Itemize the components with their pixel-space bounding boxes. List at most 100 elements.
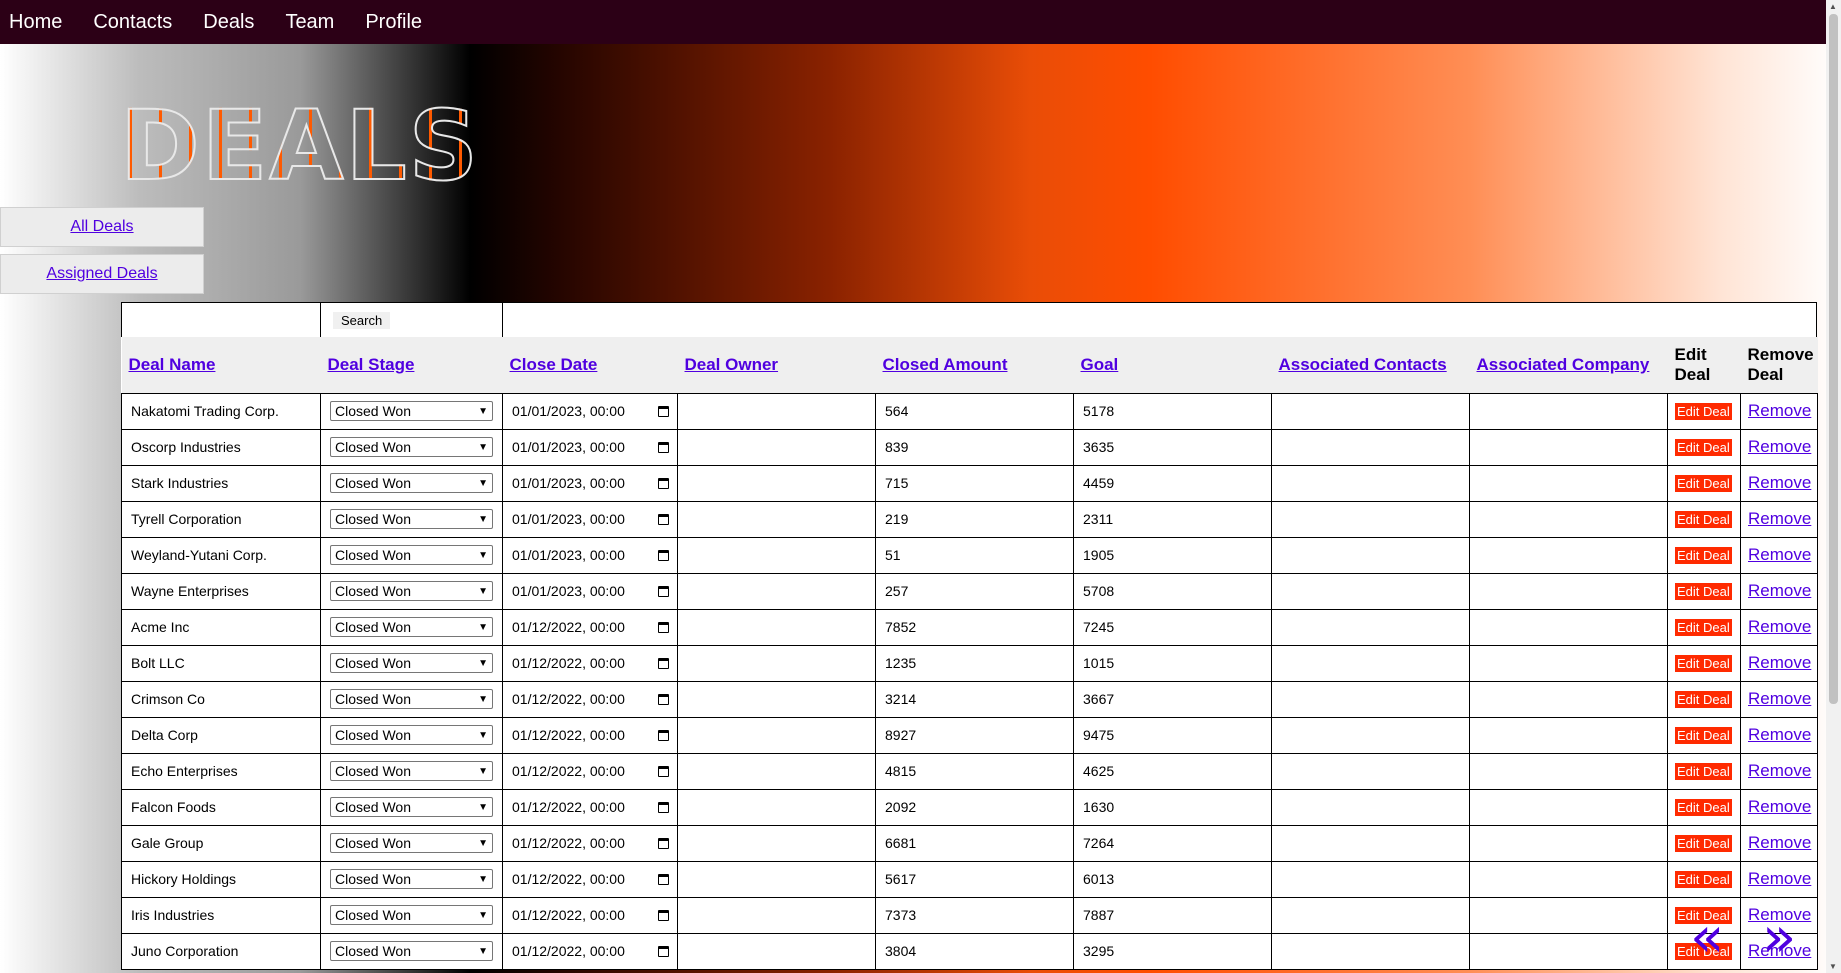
- close-date-input[interactable]: 01/12/2022, 00:00: [512, 655, 669, 671]
- edit-deal-button[interactable]: Edit Deal: [1675, 510, 1732, 528]
- scrollbar[interactable]: ▲ ▼: [1826, 0, 1841, 973]
- scroll-up-icon[interactable]: ▲: [1829, 2, 1837, 11]
- calendar-icon[interactable]: [658, 585, 669, 597]
- close-date-input[interactable]: 01/01/2023, 00:00: [512, 511, 669, 527]
- remove-deal-link[interactable]: Remove: [1748, 689, 1811, 708]
- close-date-input[interactable]: 01/12/2022, 00:00: [512, 727, 669, 743]
- calendar-icon[interactable]: [658, 513, 669, 525]
- close-date-input[interactable]: 01/12/2022, 00:00: [512, 871, 669, 887]
- search-button[interactable]: Search: [333, 312, 391, 329]
- deal-stage-select[interactable]: Closed Won ▼: [330, 869, 493, 889]
- deal-stage-select[interactable]: Closed Won ▼: [330, 653, 493, 673]
- close-date-input[interactable]: 01/12/2022, 00:00: [512, 763, 669, 779]
- deal-stage-select[interactable]: Closed Won ▼: [330, 689, 493, 709]
- nav-team[interactable]: Team: [276, 11, 334, 34]
- all-deals-button[interactable]: All Deals: [0, 207, 204, 247]
- close-date-input[interactable]: 01/12/2022, 00:00: [512, 835, 669, 851]
- search-input[interactable]: [122, 303, 321, 337]
- nav-home[interactable]: Home: [0, 11, 62, 34]
- remove-deal-link[interactable]: Remove: [1748, 725, 1811, 744]
- remove-deal-link[interactable]: Remove: [1748, 869, 1811, 888]
- header-associated-contacts[interactable]: Associated Contacts: [1271, 337, 1470, 393]
- remove-deal-link[interactable]: Remove: [1748, 437, 1811, 456]
- calendar-icon[interactable]: [658, 549, 669, 561]
- calendar-icon[interactable]: [658, 477, 669, 489]
- remove-deal-link[interactable]: Remove: [1748, 797, 1811, 816]
- deal-stage-select[interactable]: Closed Won ▼: [330, 401, 493, 421]
- edit-deal-button[interactable]: Edit Deal: [1675, 798, 1732, 816]
- deal-owner-cell: [677, 608, 876, 646]
- remove-deal-link[interactable]: Remove: [1748, 509, 1811, 528]
- nav-profile[interactable]: Profile: [356, 11, 422, 34]
- remove-deal-link[interactable]: Remove: [1748, 617, 1811, 636]
- remove-deal-link[interactable]: Remove: [1748, 401, 1811, 420]
- close-date-input[interactable]: 01/12/2022, 00:00: [512, 691, 669, 707]
- deal-stage-select[interactable]: Closed Won ▼: [330, 725, 493, 745]
- edit-deal-button[interactable]: Edit Deal: [1675, 618, 1732, 636]
- calendar-icon[interactable]: [658, 837, 669, 849]
- deal-stage-select[interactable]: Closed Won ▼: [330, 797, 493, 817]
- close-date-input[interactable]: 01/01/2023, 00:00: [512, 475, 669, 491]
- edit-deal-button[interactable]: Edit Deal: [1675, 870, 1732, 888]
- close-date-input[interactable]: 01/12/2022, 00:00: [512, 943, 669, 959]
- scroll-down-icon[interactable]: ▼: [1829, 962, 1837, 971]
- calendar-icon[interactable]: [658, 621, 669, 633]
- assigned-deals-button[interactable]: Assigned Deals: [0, 254, 204, 294]
- close-date-input[interactable]: 01/01/2023, 00:00: [512, 403, 669, 419]
- edit-deal-button[interactable]: Edit Deal: [1675, 762, 1732, 780]
- edit-deal-button[interactable]: Edit Deal: [1675, 474, 1732, 492]
- remove-deal-link[interactable]: Remove: [1748, 833, 1811, 852]
- deal-stage-select[interactable]: Closed Won ▼: [330, 761, 493, 781]
- previous-page-icon[interactable]: «: [1690, 910, 1724, 966]
- nav-deals[interactable]: Deals: [194, 11, 254, 34]
- deal-stage-select[interactable]: Closed Won ▼: [330, 941, 493, 961]
- edit-deal-button[interactable]: Edit Deal: [1675, 654, 1732, 672]
- calendar-icon[interactable]: [658, 945, 669, 957]
- calendar-icon[interactable]: [658, 909, 669, 921]
- calendar-icon[interactable]: [658, 729, 669, 741]
- nav-contacts[interactable]: Contacts: [84, 11, 172, 34]
- next-page-icon[interactable]: »: [1762, 910, 1796, 966]
- deal-stage-select[interactable]: Closed Won ▼: [330, 617, 493, 637]
- deal-stage-select[interactable]: Closed Won ▼: [330, 545, 493, 565]
- calendar-icon[interactable]: [658, 765, 669, 777]
- header-close-date[interactable]: Close Date: [502, 337, 678, 393]
- close-date-input[interactable]: 01/01/2023, 00:00: [512, 583, 669, 599]
- calendar-icon[interactable]: [658, 657, 669, 669]
- close-date-input[interactable]: 01/01/2023, 00:00: [512, 439, 669, 455]
- edit-deal-button[interactable]: Edit Deal: [1675, 402, 1732, 420]
- scrollbar-thumb[interactable]: [1829, 14, 1838, 704]
- calendar-icon[interactable]: [658, 693, 669, 705]
- calendar-icon[interactable]: [658, 441, 669, 453]
- header-closed-amount[interactable]: Closed Amount: [875, 337, 1074, 393]
- deal-stage-select[interactable]: Closed Won ▼: [330, 905, 493, 925]
- calendar-icon[interactable]: [658, 873, 669, 885]
- close-date-input[interactable]: 01/12/2022, 00:00: [512, 907, 669, 923]
- remove-deal-link[interactable]: Remove: [1748, 761, 1811, 780]
- remove-deal-link[interactable]: Remove: [1748, 473, 1811, 492]
- edit-deal-button[interactable]: Edit Deal: [1675, 726, 1732, 744]
- edit-deal-button[interactable]: Edit Deal: [1675, 438, 1732, 456]
- deal-stage-select[interactable]: Closed Won ▼: [330, 581, 493, 601]
- remove-deal-link[interactable]: Remove: [1748, 545, 1811, 564]
- header-deal-stage[interactable]: Deal Stage: [320, 337, 503, 393]
- deal-stage-select[interactable]: Closed Won ▼: [330, 473, 493, 493]
- edit-deal-button[interactable]: Edit Deal: [1675, 582, 1732, 600]
- edit-deal-button[interactable]: Edit Deal: [1675, 834, 1732, 852]
- header-goal[interactable]: Goal: [1073, 337, 1272, 393]
- calendar-icon[interactable]: [658, 405, 669, 417]
- close-date-input[interactable]: 01/01/2023, 00:00: [512, 547, 669, 563]
- edit-deal-button[interactable]: Edit Deal: [1675, 690, 1732, 708]
- edit-deal-button[interactable]: Edit Deal: [1675, 546, 1732, 564]
- deal-stage-select[interactable]: Closed Won ▼: [330, 833, 493, 853]
- close-date-input[interactable]: 01/12/2022, 00:00: [512, 799, 669, 815]
- calendar-icon[interactable]: [658, 801, 669, 813]
- remove-deal-link[interactable]: Remove: [1748, 581, 1811, 600]
- header-associated-company[interactable]: Associated Company: [1469, 337, 1668, 393]
- deal-stage-select[interactable]: Closed Won ▼: [330, 509, 493, 529]
- remove-deal-link[interactable]: Remove: [1748, 653, 1811, 672]
- header-deal-owner[interactable]: Deal Owner: [677, 337, 876, 393]
- header-deal-name[interactable]: Deal Name: [121, 337, 321, 393]
- deal-stage-select[interactable]: Closed Won ▼: [330, 437, 493, 457]
- close-date-input[interactable]: 01/12/2022, 00:00: [512, 619, 669, 635]
